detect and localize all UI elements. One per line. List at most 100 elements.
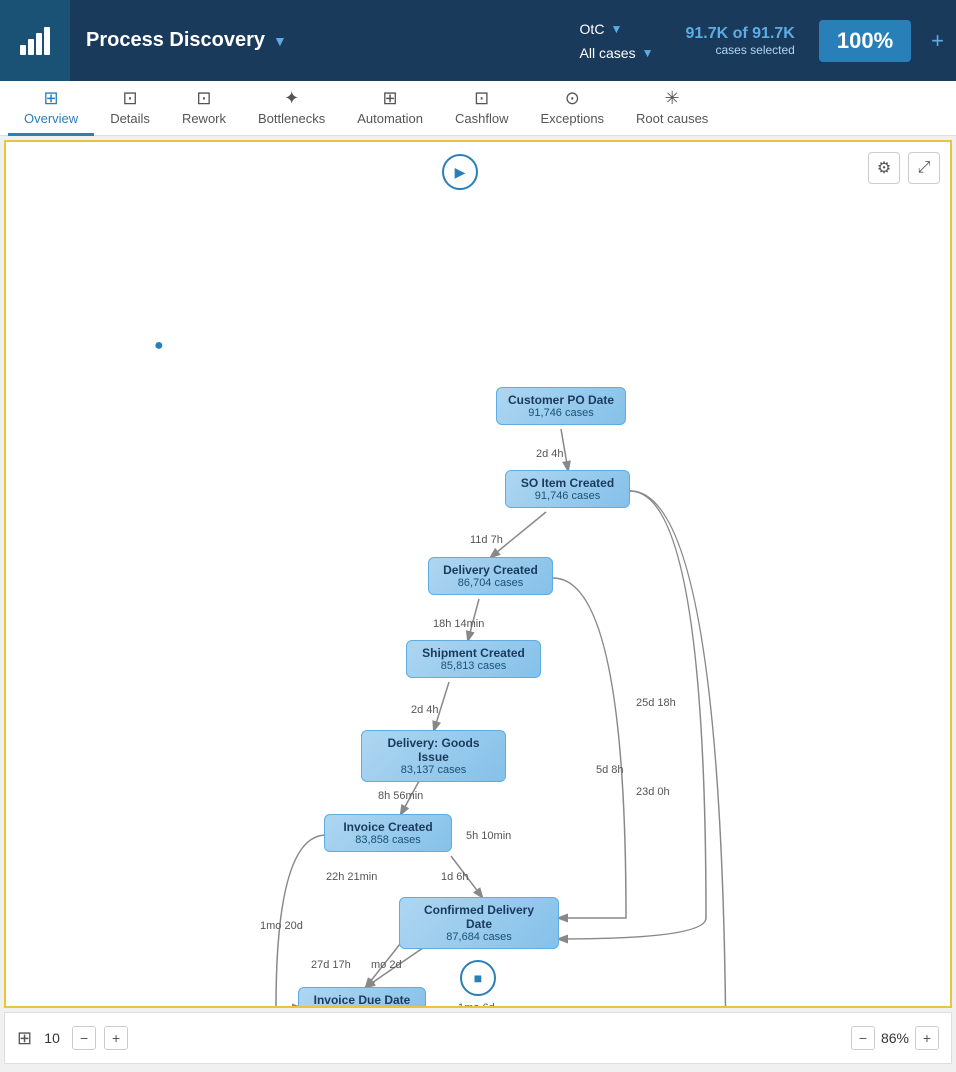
node-customer-po-date-title: Customer PO Date (507, 393, 615, 407)
fullscreen-button[interactable]: ⤢ (908, 152, 940, 184)
tab-overview-label: Overview (24, 111, 78, 126)
node-so-item-created-cases: 91,746 cases (516, 490, 619, 502)
filter-cases-arrow: ▼ (642, 46, 654, 60)
tab-cashflow-label: Cashflow (455, 111, 508, 126)
tab-details[interactable]: ⊡ Details (94, 81, 166, 136)
logo-bars (20, 27, 50, 55)
edge-label-e5: 8h 56min (378, 790, 423, 802)
edge-label-e14: mo 2d (371, 959, 402, 971)
node-customer-po-date[interactable]: Customer PO Date 91,746 cases (496, 387, 626, 425)
automation-icon: ⊞ (383, 88, 398, 109)
bottom-toolbar: ⊞ 10 − + − 86% + (4, 1012, 952, 1064)
percentage-badge: 100% (819, 20, 911, 62)
zoom-minus-btn[interactable]: − (851, 1026, 875, 1050)
toolbar-left: ⊞ 10 − + (17, 1026, 128, 1050)
node-shipment-created-title: Shipment Created (417, 646, 530, 660)
node-so-item-created[interactable]: SO Item Created 91,746 cases (505, 470, 630, 508)
header: Process Discovery ▼ OtC ▼ All cases ▼ 91… (0, 0, 956, 81)
settings-button[interactable]: ⚙ (868, 152, 900, 184)
cashflow-icon: ⊡ (474, 88, 489, 109)
process-canvas: ▶ ⚙ ⤢ ● (4, 140, 952, 1008)
node-invoice-created-cases: 83,858 cases (335, 834, 441, 846)
edge-label-e4: 2d 4h (411, 704, 439, 716)
node-shipment-created[interactable]: Shipment Created 85,813 cases (406, 640, 541, 678)
edge-label-e1: 2d 4h (536, 448, 564, 460)
filter-cases-label: All cases (580, 45, 636, 61)
edge-label-e3: 18h 14min (433, 618, 484, 630)
tab-rework[interactable]: ⊡ Rework (166, 81, 242, 136)
overview-icon: ⊞ (44, 88, 59, 109)
tab-bottlenecks-label: Bottlenecks (258, 111, 325, 126)
details-icon: ⊡ (123, 88, 138, 109)
filter-otc-label: OtC (580, 21, 605, 37)
filter-otc-arrow: ▼ (610, 22, 622, 36)
tab-exceptions-label: Exceptions (540, 111, 604, 126)
filter-otc[interactable]: OtC ▼ (580, 17, 654, 41)
root-causes-icon: ✳ (665, 88, 680, 109)
node-invoice-due-date[interactable]: Invoice Due Date 78,197 cases (298, 987, 426, 1008)
node-delivery-goods-issue[interactable]: Delivery: Goods Issue 83,137 cases (361, 730, 506, 782)
zoom-level: 86% (881, 1030, 909, 1046)
edge-label-e11: 23d 0h (636, 786, 670, 798)
tab-exceptions[interactable]: ⊙ Exceptions (524, 81, 620, 136)
node-customer-po-date-cases: 91,746 cases (507, 407, 615, 419)
tab-root-causes-label: Root causes (636, 111, 708, 126)
logo (0, 0, 70, 81)
node-invoice-created-title: Invoice Created (335, 820, 441, 834)
logo-bar-1 (20, 45, 26, 55)
toolbar-plus-btn[interactable]: + (104, 1026, 128, 1050)
node-delivery-goods-issue-title: Delivery: Goods Issue (372, 736, 495, 764)
cursor-indicator: ● (154, 337, 164, 355)
node-confirmed-delivery-date-title: Confirmed Delivery Date (410, 903, 548, 931)
node-invoice-due-date-cases: 78,197 cases (309, 1007, 415, 1008)
filter-group: OtC ▼ All cases ▼ (564, 17, 670, 65)
node-delivery-created-cases: 86,704 cases (439, 577, 542, 589)
edge-label-e7: 22h 21min (326, 871, 377, 883)
logo-bar-3 (36, 33, 42, 55)
edge-label-e13: 27d 17h (311, 959, 351, 971)
edge-label-e10: 5d 8h (596, 764, 624, 776)
stats-number: 91.7K of 91.7K (685, 25, 794, 42)
zoom-plus-btn[interactable]: + (915, 1026, 939, 1050)
add-button[interactable]: + (919, 28, 956, 54)
play-button[interactable]: ▶ (442, 154, 478, 190)
stats-sub: cases selected (685, 43, 794, 57)
rework-icon: ⊡ (196, 88, 211, 109)
logo-bar-2 (28, 39, 34, 55)
title-dropdown-arrow[interactable]: ▼ (273, 33, 287, 49)
tab-details-label: Details (110, 111, 150, 126)
edge-label-e2: 11d 7h (470, 534, 503, 546)
node-delivery-created-title: Delivery Created (439, 563, 542, 577)
node-invoice-created[interactable]: Invoice Created 83,858 cases (324, 814, 452, 852)
node-delivery-created[interactable]: Delivery Created 86,704 cases (428, 557, 553, 595)
filter-cases[interactable]: All cases ▼ (580, 41, 654, 65)
tabs-bar: ⊞ Overview ⊡ Details ⊡ Rework ✦ Bottlene… (0, 81, 956, 136)
canvas-controls: ⚙ ⤢ (868, 152, 940, 184)
toolbar-minus-btn[interactable]: − (72, 1026, 96, 1050)
edge-label-e8: 1d 6h (441, 871, 469, 883)
app-title: Process Discovery (86, 29, 265, 52)
stop-button[interactable]: ■ (460, 960, 496, 996)
tab-overview[interactable]: ⊞ Overview (8, 81, 94, 136)
node-shipment-created-cases: 85,813 cases (417, 660, 530, 672)
tab-cashflow[interactable]: ⊡ Cashflow (439, 81, 524, 136)
stats-area: 91.7K of 91.7K cases selected (669, 25, 810, 57)
grid-icon[interactable]: ⊞ (17, 1028, 32, 1049)
tab-automation[interactable]: ⊞ Automation (341, 81, 439, 136)
tab-root-causes[interactable]: ✳ Root causes (620, 81, 724, 136)
edge-label-e15: 1mo 6d (458, 1002, 495, 1008)
bottlenecks-icon: ✦ (284, 88, 299, 109)
node-confirmed-delivery-date[interactable]: Confirmed Delivery Date 87,684 cases (399, 897, 559, 949)
toolbar-number: 10 (40, 1030, 64, 1046)
exceptions-icon: ⊙ (565, 88, 580, 109)
edge-label-e6: 5h 10min (466, 830, 511, 842)
stats-text: 91.7K of 91.7K cases selected (685, 25, 794, 57)
header-title-area: Process Discovery ▼ (70, 29, 303, 52)
node-confirmed-delivery-date-cases: 87,684 cases (410, 931, 548, 943)
logo-bar-4 (44, 27, 50, 55)
edge-label-e12: 1mo 20d (260, 920, 303, 932)
tab-rework-label: Rework (182, 111, 226, 126)
node-so-item-created-title: SO Item Created (516, 476, 619, 490)
stop-button-wrap: ■ (460, 960, 496, 996)
tab-bottlenecks[interactable]: ✦ Bottlenecks (242, 81, 341, 136)
